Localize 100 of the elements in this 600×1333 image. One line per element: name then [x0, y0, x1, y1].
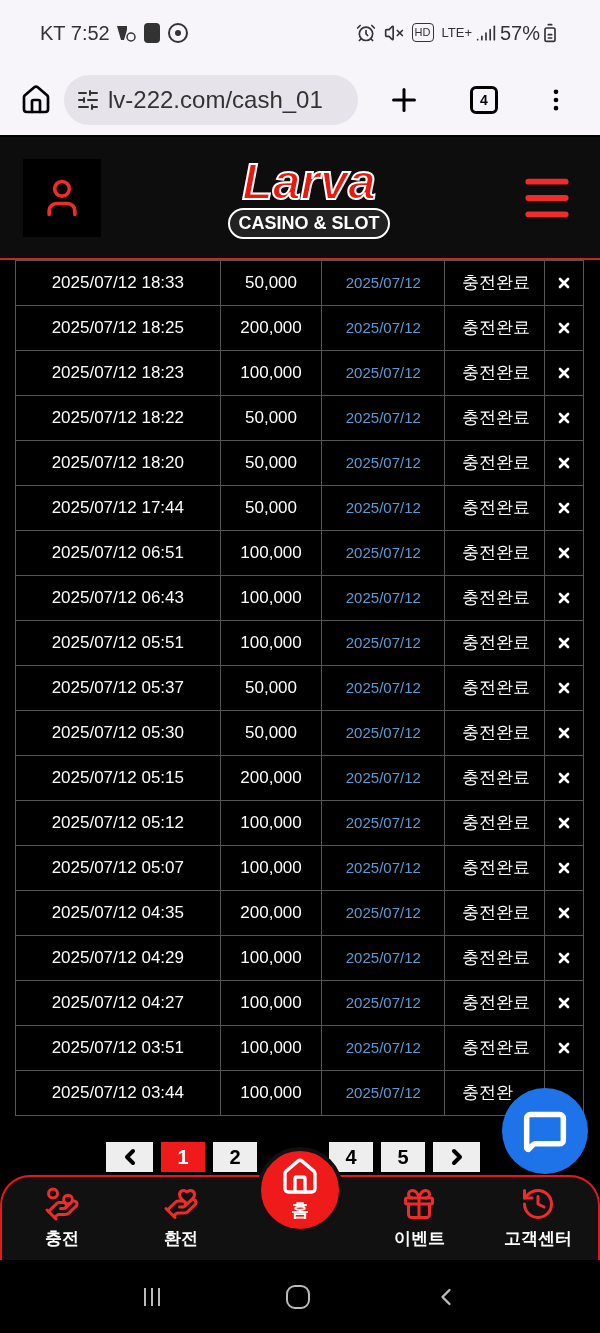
table-cell: 2025/07/12 03:44: [16, 1071, 221, 1116]
table-cell: 충전완료: [445, 576, 546, 621]
table-cell: 2025/07/12: [322, 1026, 446, 1071]
table-cell: 2025/07/12: [322, 756, 446, 801]
table-cell: 충전완료: [445, 531, 546, 576]
battery-percent: 57%: [499, 20, 540, 46]
page-button[interactable]: 5: [381, 1142, 425, 1172]
table-cell: 2025/07/12: [322, 801, 446, 846]
table-cell: 충전완료: [445, 891, 546, 936]
table-cell: 2025/07/12 18:23: [16, 351, 221, 396]
table-cell: 100,000: [220, 846, 323, 891]
next-page-button[interactable]: [433, 1142, 480, 1172]
table-cell: 2025/07/12 06:43: [16, 576, 221, 621]
table-cell: 2025/07/12 04:27: [16, 981, 221, 1026]
table-cell: 2025/07/12 05:37: [16, 666, 221, 711]
page-button[interactable]: 4: [329, 1142, 373, 1172]
table-cell: 2025/07/12 05:12: [16, 801, 221, 846]
lte-indicator: LTE+: [441, 23, 472, 42]
table-cell: 2025/07/12: [322, 441, 446, 486]
app-icon: [141, 20, 162, 45]
chat-icon: [523, 1109, 567, 1153]
table-cell: 2025/07/12: [322, 576, 446, 621]
table-cell: 2025/07/12: [322, 666, 446, 711]
alarm-icon: [355, 22, 376, 43]
table-cell: 충전완료: [445, 621, 546, 666]
home-icon[interactable]: [20, 84, 52, 116]
table-cell: 100,000: [220, 801, 323, 846]
table-cell: 2025/07/12 06:51: [16, 531, 221, 576]
table-cell: 2025/07/12: [322, 306, 446, 351]
site-settings-icon[interactable]: [76, 88, 100, 112]
table-cell: 충전완료: [445, 306, 546, 351]
table-cell: 100,000: [220, 351, 323, 396]
table-cell: 충전완료: [445, 711, 546, 756]
table-cell: 200,000: [220, 756, 323, 801]
nav-item[interactable]: 이벤트: [359, 1177, 479, 1260]
table-cell: 2025/07/12: [322, 891, 446, 936]
hd-indicator: HD: [411, 23, 434, 42]
nav-item[interactable]: 충전: [2, 1177, 122, 1260]
table-cell: 충전완료: [445, 396, 546, 441]
table-cell: 충전완료: [445, 666, 546, 711]
table-cell: 충전완료: [445, 486, 546, 531]
table-cell: 100,000: [220, 1026, 323, 1071]
table-cell: 200,000: [220, 306, 323, 351]
table-cell: 2025/07/12 05:07: [16, 846, 221, 891]
nav-item[interactable]: 환전: [121, 1177, 241, 1260]
table-cell: 2025/07/12: [322, 351, 446, 396]
table-cell: 충전완료: [445, 936, 546, 981]
table-cell: 100,000: [220, 936, 323, 981]
table-cell: 충전완료: [445, 261, 546, 306]
table-cell: 2025/07/12: [322, 396, 446, 441]
table-cell: 100,000: [220, 981, 323, 1026]
table-cell: 2025/07/12: [322, 1071, 446, 1116]
table-cell: 2025/07/12: [322, 936, 446, 981]
ball-icon: [165, 20, 190, 45]
table-cell: 충전완료: [445, 441, 546, 486]
page-button[interactable]: 1: [161, 1142, 205, 1172]
mute-icon: [383, 22, 404, 43]
table-cell: 50,000: [220, 711, 323, 756]
table-cell: 200,000: [220, 891, 323, 936]
table-cell: 충전완료: [445, 351, 546, 396]
table-cell: 2025/07/12: [322, 261, 446, 306]
table-cell: 50,000: [220, 666, 323, 711]
table-cell: 2025/07/12: [322, 981, 446, 1026]
table-cell: 2025/07/12: [322, 711, 446, 756]
table-cell: 충전완료: [445, 1026, 546, 1071]
table-cell: 2025/07/12 18:20: [16, 441, 221, 486]
table-cell: 2025/07/12 18:25: [16, 306, 221, 351]
table-cell: 100,000: [220, 576, 323, 621]
table-cell: 50,000: [220, 486, 323, 531]
table-cell: 충전완료: [445, 801, 546, 846]
table-cell: 2025/07/12: [322, 486, 446, 531]
address-bar[interactable]: lv-222.com/cash_01: [64, 75, 358, 125]
prev-page-button[interactable]: [106, 1142, 153, 1172]
table-cell: 2025/07/12 05:30: [16, 711, 221, 756]
table-cell: 2025/07/12: [322, 531, 446, 576]
url-text: lv-222.com/cash_01: [108, 85, 323, 115]
table-cell: 2025/07/12 18:22: [16, 396, 221, 441]
table-cell: 50,000: [220, 261, 323, 306]
table-cell: 충전완료: [445, 981, 546, 1026]
home-icon[interactable]: [284, 1282, 312, 1311]
site-logo[interactable]: Larva CASINO & SLOT: [228, 156, 390, 239]
nav-item[interactable]: 고객센터: [478, 1177, 598, 1260]
table-cell: 2025/07/12 04:29: [16, 936, 221, 981]
table-cell: 100,000: [220, 621, 323, 666]
table-cell: 2025/07/12 18:33: [16, 261, 221, 306]
table-cell: 50,000: [220, 441, 323, 486]
page-button[interactable]: 2: [213, 1142, 257, 1172]
table-cell: 100,000: [220, 531, 323, 576]
table-cell: 100,000: [220, 1071, 323, 1116]
hand-coin-icon: [43, 1185, 80, 1222]
tab-count-button[interactable]: 4: [470, 86, 498, 114]
table-cell: 충전완료: [445, 846, 546, 891]
table-cell: 2025/07/12 05:51: [16, 621, 221, 666]
table-cell: 충전완료: [445, 756, 546, 801]
table-cell: 2025/07/12 05:15: [16, 756, 221, 801]
table-cell: 2025/07/12: [322, 621, 446, 666]
carrier-time: KT 7:52: [40, 20, 110, 46]
table-cell: 2025/07/12: [322, 846, 446, 891]
table-cell: 2025/07/12 04:35: [16, 891, 221, 936]
user-button[interactable]: [23, 158, 101, 237]
